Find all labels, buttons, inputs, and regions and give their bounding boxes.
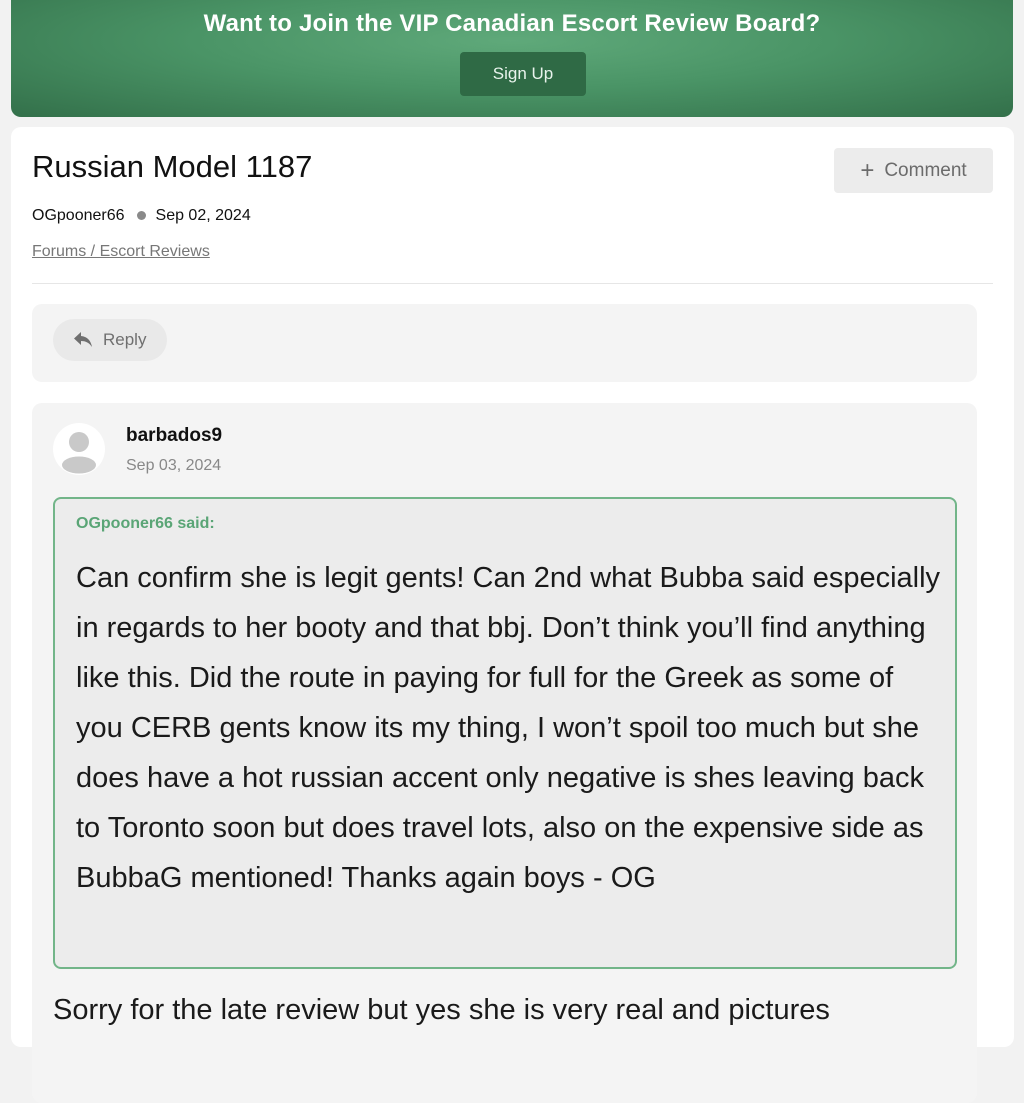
- thread-date: Sep 02, 2024: [155, 207, 251, 224]
- quote-attribution[interactable]: OGpooner66 said:: [76, 515, 215, 533]
- reply-button[interactable]: Reply: [53, 319, 167, 361]
- divider: [32, 283, 993, 284]
- user-placeholder-icon[interactable]: [53, 423, 105, 475]
- thread-title: Russian Model 1187: [32, 149, 313, 184]
- post-body: Sorry for the late review but yes she is…: [53, 994, 830, 1026]
- separator-dot: [136, 210, 146, 220]
- comment-button[interactable]: + Comment: [834, 148, 993, 193]
- thread-meta: OGpooner66 Sep 02, 2024: [32, 207, 251, 225]
- sign-up-button[interactable]: Sign Up: [460, 52, 586, 96]
- post-author[interactable]: barbados9: [126, 425, 222, 447]
- banner-title: Want to Join the VIP Canadian Escort Rev…: [203, 10, 821, 37]
- vip-signup-banner: Want to Join the VIP Canadian Escort Rev…: [11, 0, 1013, 117]
- quote-block: OGpooner66 said: Can confirm she is legi…: [53, 497, 957, 969]
- thread-author[interactable]: OGpooner66: [32, 207, 125, 224]
- reply-arrow-icon: [74, 332, 92, 347]
- thread-card: Russian Model 1187 + Comment OGpooner66 Se…: [11, 127, 1014, 1103]
- reply-button-label: Reply: [103, 330, 147, 349]
- post-date: Sep 03, 2024: [126, 457, 222, 474]
- breadcrumb[interactable]: Forums / Escort Reviews: [32, 243, 210, 261]
- plus-icon: +: [860, 157, 875, 184]
- reply-panel: Reply: [32, 304, 977, 382]
- post: barbados9 Sep 03, 2024 OGpooner66 said: …: [32, 403, 977, 1103]
- quote-text: Can confirm she is legit gents! Can 2nd …: [76, 562, 941, 894]
- comment-button-label: Comment: [884, 160, 967, 181]
